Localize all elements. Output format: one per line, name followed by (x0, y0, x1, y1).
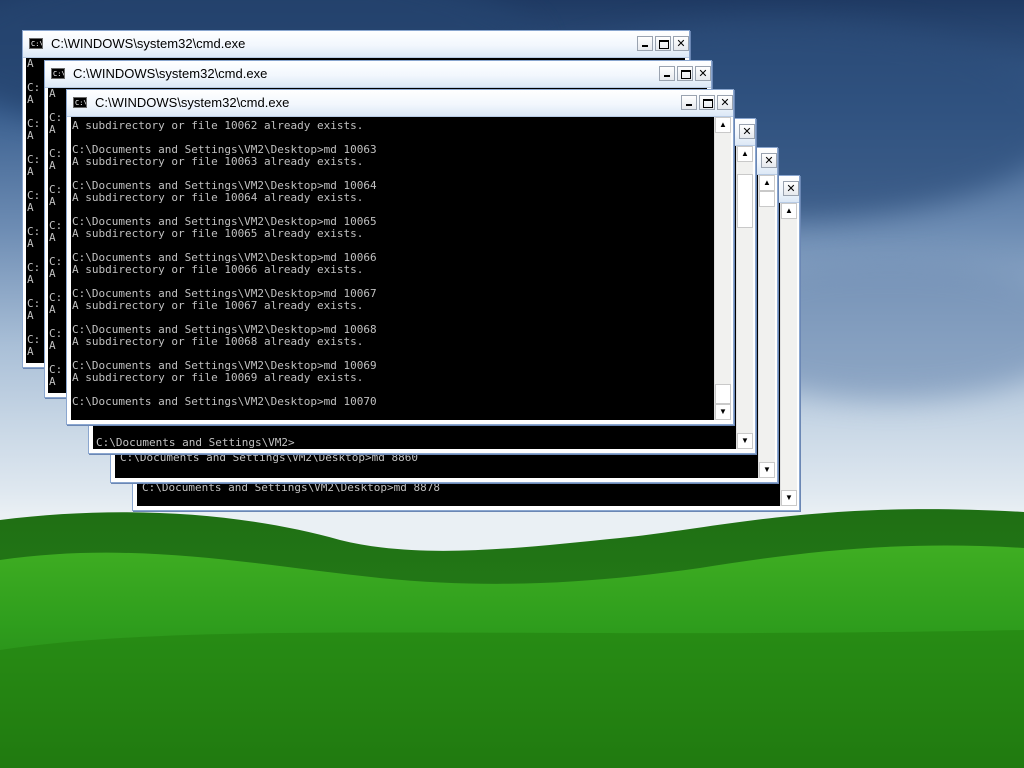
vertical-scrollbar[interactable]: ▲ ▼ (736, 146, 753, 449)
arrow-up-icon[interactable]: ▲ (781, 203, 797, 219)
arrow-up-icon[interactable]: ▲ (759, 175, 775, 191)
cmd-icon[interactable]: C:\ (51, 68, 65, 79)
cmd-window-active[interactable]: C:\ C:\WINDOWS\system32\cmd.exe ✕ A subd… (66, 89, 734, 425)
arrow-up-icon[interactable]: ▲ (715, 117, 731, 133)
console-text: C:\Documents and Settings\VM2\Desktop>md… (142, 481, 441, 494)
minimize-icon[interactable] (681, 95, 697, 110)
title-bar[interactable]: C:\ C:\WINDOWS\system32\cmd.exe ✕ (23, 31, 689, 58)
arrow-down-icon[interactable]: ▼ (759, 462, 775, 478)
cmd-icon[interactable]: C:\ (29, 38, 43, 49)
close-icon[interactable]: ✕ (717, 95, 733, 110)
arrow-down-icon[interactable]: ▼ (737, 433, 753, 449)
vertical-scrollbar[interactable]: ▲ ▼ (780, 203, 797, 506)
console-text: A subdirectory or file 10062 already exi… (72, 119, 377, 408)
minimize-icon[interactable] (637, 36, 653, 51)
arrow-down-icon[interactable]: ▼ (715, 404, 731, 420)
close-icon[interactable]: ✕ (739, 124, 755, 139)
arrow-up-icon[interactable]: ▲ (737, 146, 753, 162)
vertical-scrollbar[interactable]: ▲ ▼ (714, 117, 731, 420)
close-icon[interactable]: ✕ (673, 36, 689, 51)
maximize-icon[interactable] (699, 95, 715, 110)
scrollbar-thumb[interactable] (715, 384, 731, 404)
console-output[interactable]: A subdirectory or file 10062 already exi… (71, 117, 715, 420)
title-bar[interactable]: C:\ C:\WINDOWS\system32\cmd.exe ✕ (45, 61, 711, 88)
vertical-scrollbar[interactable]: ▲ ▼ (758, 175, 775, 478)
cmd-icon[interactable]: C:\ (73, 97, 87, 108)
close-icon[interactable]: ✕ (695, 66, 711, 81)
arrow-down-icon[interactable]: ▼ (781, 490, 797, 506)
minimize-icon[interactable] (659, 66, 675, 81)
close-icon[interactable]: ✕ (761, 153, 777, 168)
console-text: C:\Documents and Settings\VM2> (96, 436, 295, 449)
window-title: C:\WINDOWS\system32\cmd.exe (95, 95, 290, 110)
maximize-icon[interactable] (655, 36, 671, 51)
maximize-icon[interactable] (677, 66, 693, 81)
window-title: C:\WINDOWS\system32\cmd.exe (73, 66, 268, 81)
scrollbar-thumb[interactable] (759, 191, 775, 207)
close-icon[interactable]: ✕ (783, 181, 799, 196)
scrollbar-thumb[interactable] (737, 174, 753, 228)
title-bar[interactable]: C:\ C:\WINDOWS\system32\cmd.exe ✕ (67, 90, 733, 117)
window-title: C:\WINDOWS\system32\cmd.exe (51, 36, 246, 51)
